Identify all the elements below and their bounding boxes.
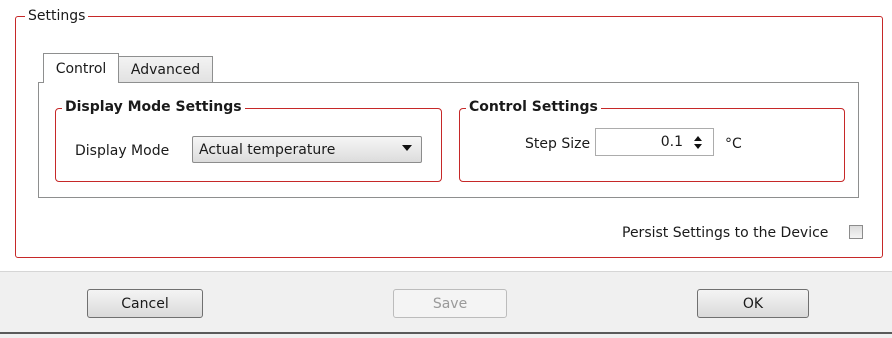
settings-group-title: Settings xyxy=(25,8,89,24)
display-mode-select[interactable]: Actual temperature xyxy=(192,136,422,163)
ok-button[interactable]: OK xyxy=(697,289,809,318)
spin-up-icon[interactable] xyxy=(694,136,702,141)
save-button[interactable]: Save xyxy=(393,289,507,318)
display-mode-label: Display Mode xyxy=(75,143,170,159)
step-size-label: Step Size xyxy=(525,136,591,152)
step-size-stepper[interactable]: 0.1 xyxy=(595,128,714,156)
bottom-divider xyxy=(0,332,892,334)
spin-down-icon[interactable] xyxy=(694,144,702,149)
control-settings-title: Control Settings xyxy=(466,99,601,115)
tab-control-label: Control xyxy=(55,60,107,77)
step-size-value: 0.1 xyxy=(660,134,683,150)
tab-advanced-label: Advanced xyxy=(130,61,201,78)
persist-settings-checkbox[interactable] xyxy=(849,225,863,239)
display-mode-value: Actual temperature xyxy=(199,141,336,158)
chevron-down-icon xyxy=(402,145,412,151)
display-mode-settings-title: Display Mode Settings xyxy=(62,99,245,115)
tab-control[interactable]: Control xyxy=(43,53,119,83)
unit-label: °C xyxy=(725,136,742,152)
cancel-button[interactable]: Cancel xyxy=(87,289,203,318)
tab-advanced[interactable]: Advanced xyxy=(118,56,213,82)
persist-settings-label: Persist Settings to the Device xyxy=(622,225,829,241)
